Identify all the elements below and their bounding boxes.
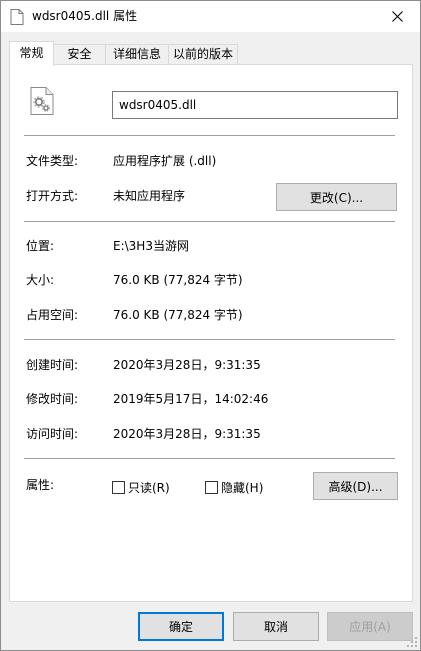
ok-button[interactable]: 确定	[138, 612, 224, 641]
opens-with-label: 打开方式:	[26, 189, 79, 203]
separator	[24, 458, 395, 459]
attributes-label: 属性:	[26, 478, 55, 492]
hidden-checkbox[interactable]: 隐藏(H)	[205, 479, 263, 496]
size-label: 大小:	[26, 273, 55, 287]
hidden-label: 隐藏(H)	[221, 481, 264, 495]
accessed-label: 访问时间:	[26, 427, 79, 441]
size-value: 76.0 KB (77,824 字节)	[113, 273, 243, 287]
tab-general[interactable]: 常规	[9, 41, 54, 66]
created-value: 2020年3月28日，9:31:35	[113, 358, 261, 372]
created-label: 创建时间:	[26, 358, 79, 372]
properties-dialog: wdsr0405.dll 属性 常规 安全 详细信息 以前的版本 文件类型: 应…	[0, 0, 421, 651]
location-value: E:\3H3当游网	[113, 239, 189, 253]
tab-security[interactable]: 安全	[53, 44, 106, 65]
window-title: wdsr0405.dll 属性	[32, 9, 138, 23]
file-name-input[interactable]	[112, 91, 398, 119]
size-on-disk-label: 占用空间:	[26, 308, 79, 322]
resize-grip-icon[interactable]	[406, 636, 418, 648]
location-label: 位置:	[26, 239, 55, 253]
readonly-label: 只读(R)	[128, 481, 170, 495]
opens-with-value: 未知应用程序	[113, 189, 186, 203]
checkbox-box[interactable]	[112, 481, 125, 494]
change-button[interactable]: 更改(C)...	[276, 183, 397, 211]
separator	[24, 135, 395, 136]
close-button[interactable]	[375, 1, 420, 32]
title-bar: wdsr0405.dll 属性	[1, 1, 420, 32]
advanced-button[interactable]: 高级(D)...	[313, 472, 398, 500]
cancel-button[interactable]: 取消	[233, 612, 319, 641]
separator	[24, 339, 395, 340]
size-on-disk-value: 76.0 KB (77,824 字节)	[113, 308, 243, 322]
tab-details[interactable]: 详细信息	[105, 44, 169, 65]
apply-button[interactable]: 应用(A)	[327, 612, 413, 641]
file-type-value: 应用程序扩展 (.dll)	[113, 154, 217, 168]
accessed-value: 2020年3月28日，9:31:35	[113, 427, 261, 441]
close-icon	[392, 11, 403, 22]
general-panel: 文件类型: 应用程序扩展 (.dll) 打开方式: 未知应用程序 更改(C)..…	[9, 64, 413, 602]
modified-label: 修改时间:	[26, 392, 79, 406]
tab-strip: 常规 安全 详细信息 以前的版本	[9, 41, 413, 66]
tab-previous-versions[interactable]: 以前的版本	[168, 44, 238, 65]
checkbox-box[interactable]	[205, 481, 218, 494]
readonly-checkbox[interactable]: 只读(R)	[112, 479, 170, 496]
modified-value: 2019年5月17日，14:02:46	[113, 392, 269, 406]
separator	[24, 221, 395, 222]
document-icon	[10, 9, 24, 25]
file-type-label: 文件类型:	[26, 154, 79, 168]
dll-file-icon	[30, 87, 54, 115]
